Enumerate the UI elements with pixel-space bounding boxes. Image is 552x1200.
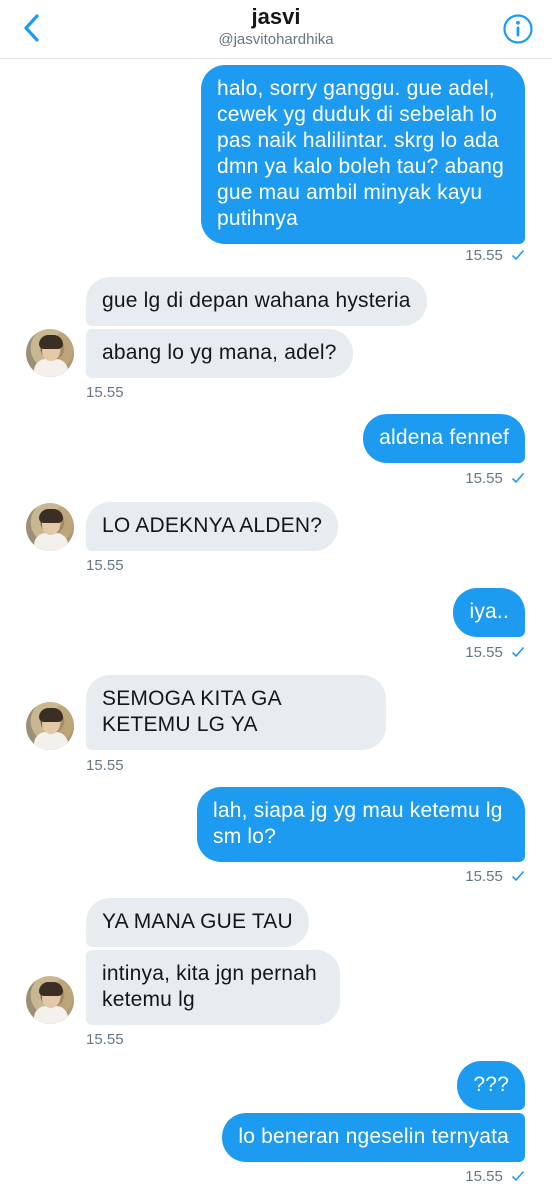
- sender-avatar[interactable]: [26, 976, 74, 1024]
- incoming-message[interactable]: intinya, kita jgn pernah ketemu lg: [86, 950, 340, 1025]
- message-timestamp: 15.55: [465, 247, 525, 264]
- incoming-message[interactable]: abang lo yg mana, adel?: [86, 329, 353, 378]
- check-icon: [511, 472, 525, 484]
- info-button[interactable]: [502, 13, 534, 45]
- outgoing-message[interactable]: ???: [457, 1061, 525, 1110]
- check-icon: [511, 870, 525, 882]
- timestamp-text: 15.55: [465, 1168, 503, 1185]
- profile-title[interactable]: jasvi @jasvitohardhika: [0, 4, 552, 50]
- sender-avatar[interactable]: [26, 702, 74, 750]
- incoming-message[interactable]: LO ADEKNYA ALDEN?: [86, 502, 339, 551]
- info-icon: [503, 14, 533, 44]
- outgoing-message[interactable]: halo, sorry ganggu. gue adel, cewek yg d…: [201, 65, 525, 244]
- user-handle: @jasvitohardhika: [218, 31, 334, 48]
- incoming-message[interactable]: YA MANA GUE TAU: [86, 898, 309, 947]
- message-timestamp: 15.55: [465, 644, 525, 661]
- timestamp-text: 15.55: [465, 470, 503, 487]
- check-icon: [511, 1170, 525, 1182]
- sender-avatar[interactable]: [26, 329, 74, 377]
- incoming-message[interactable]: SEMOGA KITA GA KETEMU LG YA: [86, 675, 386, 750]
- message-timestamp: 15.55: [465, 1168, 525, 1185]
- message-timestamp: 15.55: [86, 557, 124, 574]
- conversation-header: jasvi @jasvitohardhika: [0, 0, 552, 59]
- message-timestamp: 15.55: [86, 384, 124, 401]
- sender-avatar[interactable]: [26, 503, 74, 551]
- timestamp-text: 15.55: [465, 868, 503, 885]
- display-name: jasvi: [251, 4, 301, 29]
- outgoing-message[interactable]: lah, siapa jg yg mau ketemu lg sm lo?: [197, 787, 525, 862]
- timestamp-text: 15.55: [465, 247, 503, 264]
- timestamp-text: 15.55: [465, 644, 503, 661]
- outgoing-message[interactable]: lo beneran ngeselin ternyata: [222, 1113, 525, 1162]
- outgoing-message[interactable]: aldena fennef: [363, 414, 525, 463]
- message-timestamp: 15.55: [86, 1031, 124, 1048]
- message-timestamp: 15.55: [465, 868, 525, 885]
- message-timestamp: 15.55: [465, 470, 525, 487]
- check-icon: [511, 249, 525, 261]
- outgoing-message[interactable]: iya..: [453, 588, 525, 637]
- check-icon: [511, 646, 525, 658]
- incoming-message[interactable]: gue lg di depan wahana hysteria: [86, 277, 427, 326]
- message-timestamp: 15.55: [86, 757, 124, 774]
